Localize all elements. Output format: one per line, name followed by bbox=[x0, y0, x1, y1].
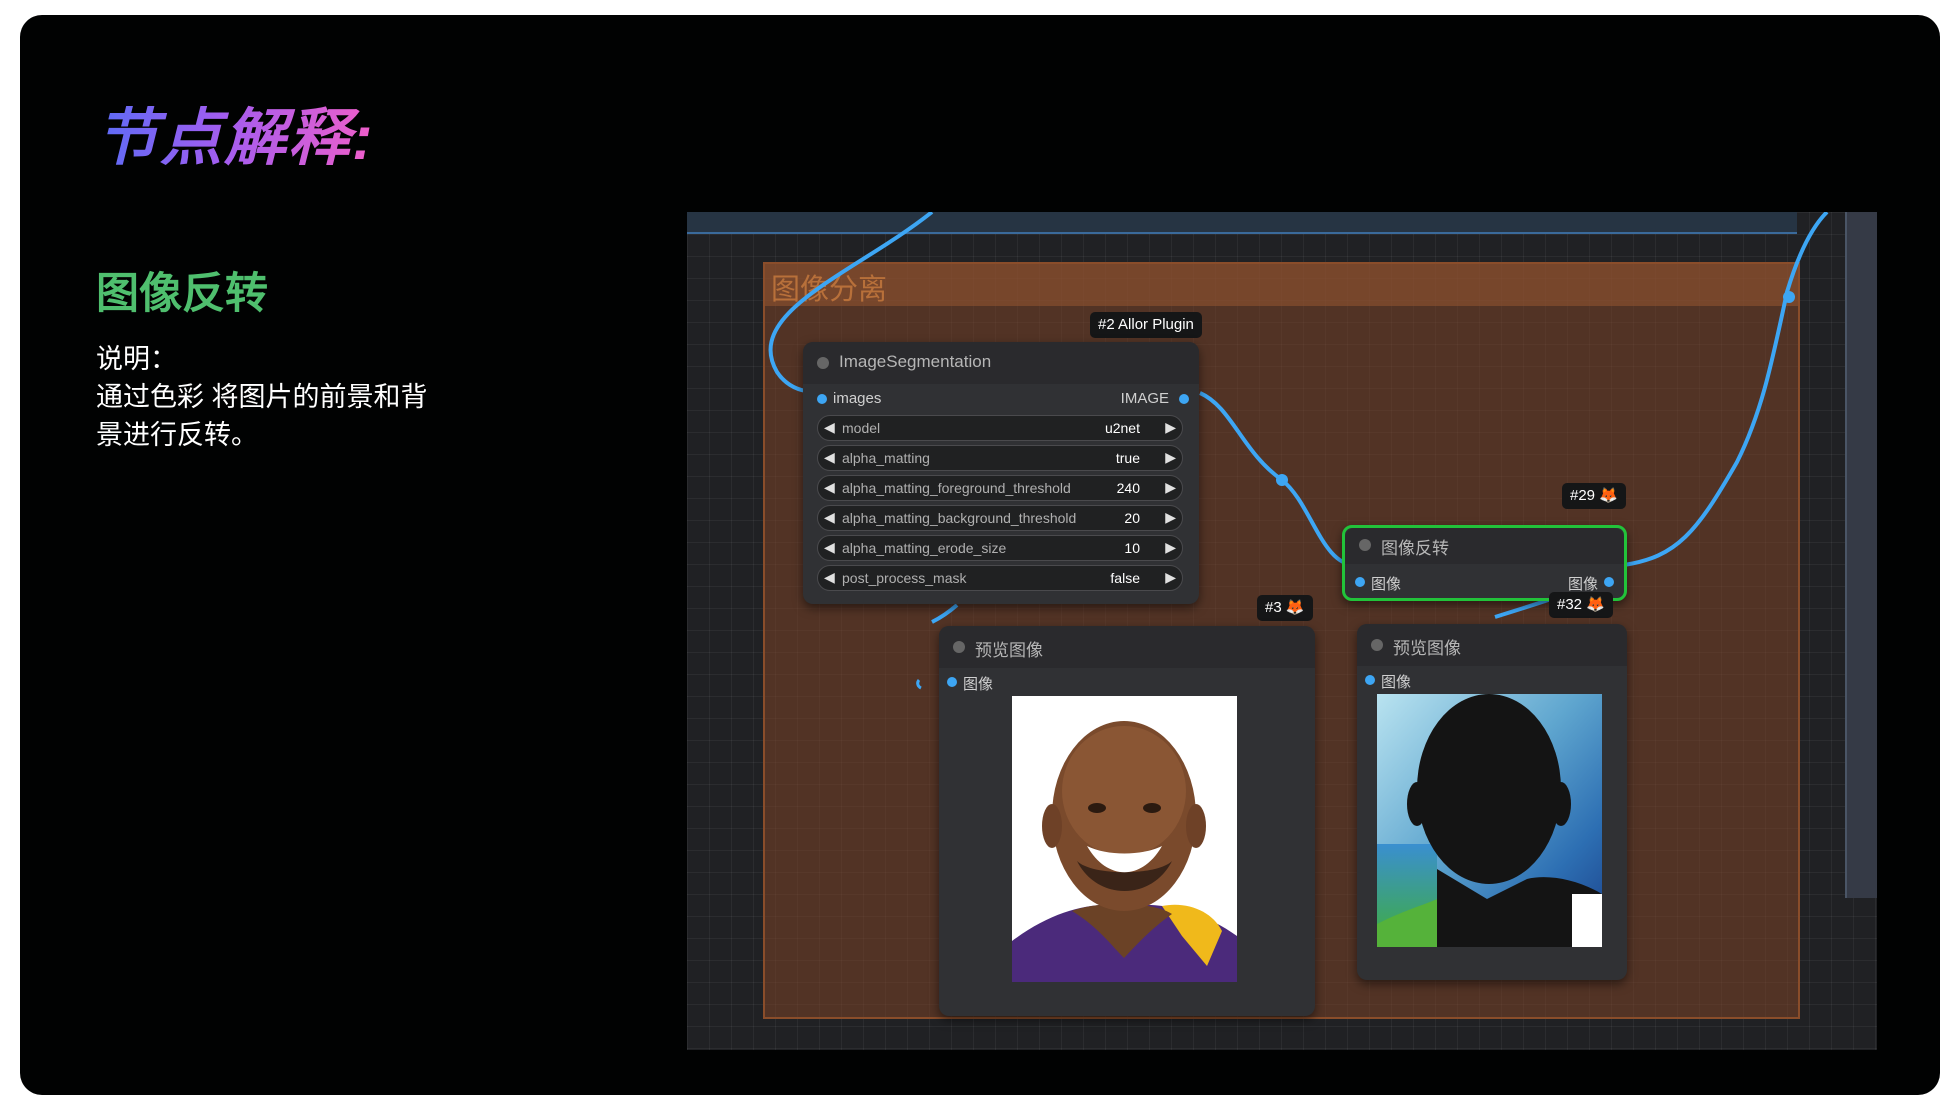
collapse-dot-icon[interactable] bbox=[1371, 639, 1383, 651]
preview-portrait-image bbox=[1012, 696, 1237, 982]
slide-title: 节点解释: bbox=[96, 87, 375, 177]
collapse-dot-icon[interactable] bbox=[1359, 539, 1371, 551]
input-socket-icon[interactable] bbox=[817, 394, 827, 404]
widget-name: alpha_matting_background_threshold bbox=[842, 510, 1077, 526]
widget-erode-size[interactable]: ◀ alpha_matting_erode_size 10 ▶ bbox=[817, 535, 1183, 561]
invert-node-tag: #29 🦊 bbox=[1562, 483, 1626, 509]
widget-value: 240 bbox=[1116, 480, 1140, 496]
input-socket-icon[interactable] bbox=[1365, 675, 1375, 685]
description-line-2: 景进行反转。 bbox=[96, 420, 258, 450]
widget-model[interactable]: ◀ model u2net ▶ bbox=[817, 415, 1183, 441]
description-line-1: 通过色彩 将图片的前景和背 bbox=[96, 382, 428, 412]
node-title: ImageSegmentation bbox=[839, 352, 992, 371]
widget-value: u2net bbox=[1104, 420, 1140, 436]
increment-arrow-icon[interactable]: ▶ bbox=[1165, 419, 1176, 436]
increment-arrow-icon[interactable]: ▶ bbox=[1165, 449, 1176, 466]
increment-arrow-icon[interactable]: ▶ bbox=[1165, 479, 1176, 496]
input-label: images bbox=[833, 390, 882, 407]
node-title: 图像反转 bbox=[1381, 539, 1449, 558]
increment-arrow-icon[interactable]: ▶ bbox=[1165, 539, 1176, 556]
preview2-node-tag: #32 🦊 bbox=[1549, 592, 1613, 618]
decrement-arrow-icon[interactable]: ◀ bbox=[824, 419, 835, 436]
node-title: 预览图像 bbox=[1393, 639, 1461, 658]
input-label: 图像 bbox=[1371, 576, 1402, 593]
description: 说明： 通过色彩 将图片的前景和背 景进行反转。 bbox=[96, 340, 456, 454]
input-socket-icon[interactable] bbox=[1355, 577, 1365, 587]
output-label: 图像 bbox=[1567, 576, 1598, 593]
widget-name: alpha_matting bbox=[842, 450, 930, 466]
decrement-arrow-icon[interactable]: ◀ bbox=[824, 569, 835, 586]
decrement-arrow-icon[interactable]: ◀ bbox=[824, 509, 835, 526]
node-title-bar[interactable]: 预览图像 bbox=[1357, 624, 1627, 666]
decrement-arrow-icon[interactable]: ◀ bbox=[824, 479, 835, 496]
image-invert-node[interactable]: 图像反转 图像 图像 bbox=[1342, 525, 1627, 601]
increment-arrow-icon[interactable]: ▶ bbox=[1165, 509, 1176, 526]
input-label: 图像 bbox=[1381, 674, 1412, 691]
preview1-node-tag: #3 🦊 bbox=[1257, 595, 1313, 621]
widget-post-process-mask[interactable]: ◀ post_process_mask false ▶ bbox=[817, 565, 1183, 591]
slide-subtitle: 图像反转 bbox=[96, 270, 268, 318]
input-socket-icon[interactable] bbox=[947, 677, 957, 687]
segmentation-node-tag: #2 Allor Plugin bbox=[1090, 312, 1202, 338]
input-label: 图像 bbox=[963, 676, 994, 693]
inverted-preview-image bbox=[1377, 694, 1602, 947]
widget-value: true bbox=[1115, 450, 1140, 466]
preview-image-node-1[interactable]: 预览图像 图像 bbox=[939, 626, 1315, 1016]
collapse-dot-icon[interactable] bbox=[953, 641, 965, 653]
widget-alpha-matting[interactable]: ◀ alpha_matting true ▶ bbox=[817, 445, 1183, 471]
widget-name: post_process_mask bbox=[842, 570, 967, 586]
slide: 节点解释: 图像反转 说明： 通过色彩 将图片的前景和背 景进行反转。 图像分离… bbox=[20, 15, 1940, 1095]
collapse-dot-icon[interactable] bbox=[817, 357, 829, 369]
widget-name: alpha_matting_foreground_threshold bbox=[842, 480, 1071, 496]
widget-value: 20 bbox=[1124, 510, 1140, 526]
node-title-bar[interactable]: 预览图像 bbox=[939, 626, 1315, 668]
preview-image-node-2[interactable]: 预览图像 图像 bbox=[1357, 624, 1627, 980]
decrement-arrow-icon[interactable]: ◀ bbox=[824, 449, 835, 466]
node-canvas[interactable]: 图像分离 #2 Allor Plugin ImageSegmentation i… bbox=[687, 212, 1877, 1050]
description-label: 说明： bbox=[96, 344, 177, 374]
output-socket-icon[interactable] bbox=[1604, 577, 1614, 587]
widget-name: alpha_matting_erode_size bbox=[842, 540, 1007, 556]
increment-arrow-icon[interactable]: ▶ bbox=[1165, 569, 1176, 586]
node-title-bar[interactable]: 图像反转 bbox=[1345, 528, 1624, 564]
node-title-bar[interactable]: ImageSegmentation bbox=[803, 342, 1199, 384]
widget-name: model bbox=[842, 420, 881, 436]
output-socket-icon[interactable] bbox=[1179, 394, 1189, 404]
widget-value: 10 bbox=[1124, 540, 1140, 556]
output-label: IMAGE bbox=[1120, 390, 1169, 407]
image-segmentation-node[interactable]: ImageSegmentation images IMAGE ◀ model u… bbox=[803, 342, 1199, 604]
widget-foreground-threshold[interactable]: ◀ alpha_matting_foreground_threshold 240… bbox=[817, 475, 1183, 501]
widget-background-threshold[interactable]: ◀ alpha_matting_background_threshold 20 … bbox=[817, 505, 1183, 531]
node-title: 预览图像 bbox=[975, 641, 1043, 660]
widget-value: false bbox=[1110, 570, 1140, 586]
decrement-arrow-icon[interactable]: ◀ bbox=[824, 539, 835, 556]
